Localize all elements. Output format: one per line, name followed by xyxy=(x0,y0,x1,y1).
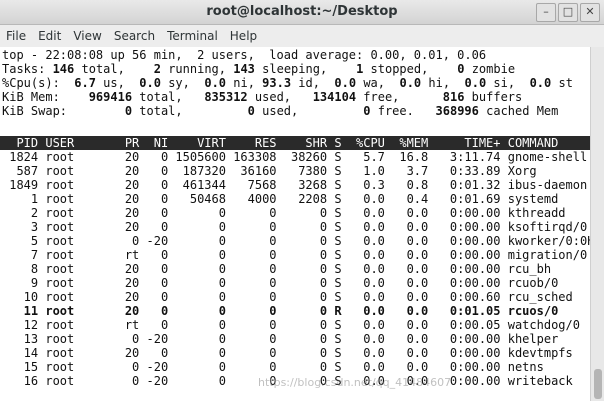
tasks-segment: stopped, xyxy=(363,62,458,76)
terminal-output[interactable]: top - 22:08:08 up 56 min, 2 users, load … xyxy=(0,47,590,401)
tasks-segment: Tasks: xyxy=(2,62,53,76)
process-row: 15 root 0 -20 0 0 0 S 0.0 0.0 0:00.00 ne… xyxy=(2,360,544,374)
mem-segment: 816 xyxy=(442,90,465,104)
cpu-segment: si, xyxy=(486,76,530,90)
process-row: 587 root 20 0 187320 36160 7380 S 1.0 3.… xyxy=(2,164,537,178)
mem-segment: buffers xyxy=(464,90,523,104)
swap-segment: total, xyxy=(132,104,248,118)
mem-segment: total, xyxy=(132,90,205,104)
process-row: 14 root 20 0 0 0 0 S 0.0 0.0 0:00.00 kde… xyxy=(2,346,573,360)
swap-segment: free. xyxy=(370,104,436,118)
cpu-segment: sy, xyxy=(160,76,205,90)
mem-segment: free, xyxy=(356,90,443,104)
process-row: 11 root 20 0 0 0 0 R 0.0 0.0 0:01.05 rcu… xyxy=(2,304,559,318)
cpu-segment: 0.0 xyxy=(334,76,357,90)
cpu-segment: %Cpu(s): xyxy=(2,76,75,90)
menu-view[interactable]: View xyxy=(67,25,107,47)
process-table-header: PID USER PR NI VIRT RES SHR S %CPU %MEM … xyxy=(0,136,590,150)
cpu-segment: ni, xyxy=(226,76,263,90)
menu-file[interactable]: File xyxy=(0,25,32,47)
watermark-text: https://blog.csdn.net/qq_41484607 xyxy=(258,376,452,389)
swap-summary-line: KiB Swap: 0 total, 0 used, 0 free. 36899… xyxy=(2,104,558,118)
cpu-segment: 0.0 xyxy=(399,76,422,90)
swap-segment: cached Mem xyxy=(478,104,559,118)
tasks-segment: 146 xyxy=(52,62,75,76)
mem-segment: 969416 xyxy=(88,90,133,104)
tasks-segment: 143 xyxy=(233,62,255,76)
mem-segment: 835312 xyxy=(204,90,248,104)
tasks-segment: total, xyxy=(74,62,154,76)
cpu-segment: st xyxy=(551,76,573,90)
tasks-segment: running, xyxy=(160,62,234,76)
tasks-segment: sleeping, xyxy=(254,62,357,76)
process-row: 9 root 20 0 0 0 0 S 0.0 0.0 0:00.00 rcuo… xyxy=(2,276,559,290)
menu-bar: File Edit View Search Terminal Help xyxy=(0,25,604,48)
cpu-segment: 0.0 xyxy=(529,76,552,90)
window-title: root@localhost:~/Desktop xyxy=(206,4,398,19)
terminal-window: root@localhost:~/Desktop – □ ✕ File Edit… xyxy=(0,0,604,401)
cpu-segment: 0.0 xyxy=(139,76,161,90)
cpu-segment: hi, xyxy=(421,76,465,90)
mem-summary-line: KiB Mem: 969416 total, 835312 used, 1341… xyxy=(2,90,522,104)
process-row: 7 root rt 0 0 0 0 S 0.0 0.0 0:00.00 migr… xyxy=(2,248,588,262)
top-summary-line: top - 22:08:08 up 56 min, 2 users, load … xyxy=(2,48,487,62)
cpu-segment: us, xyxy=(95,76,140,90)
swap-segment: 368996 xyxy=(435,104,479,118)
swap-segment: 0 xyxy=(124,104,133,118)
maximize-button[interactable]: □ xyxy=(558,3,578,22)
mem-segment: 134104 xyxy=(312,90,357,104)
cpu-segment: id, xyxy=(291,76,335,90)
cpu-segment: 0.0 xyxy=(204,76,227,90)
cpu-segment: 0.0 xyxy=(464,76,487,90)
process-row: 12 root rt 0 0 0 0 S 0.0 0.0 0:00.05 wat… xyxy=(2,318,580,332)
swap-segment: 0 xyxy=(247,104,255,118)
menu-search[interactable]: Search xyxy=(108,25,161,47)
process-row: 1 root 20 0 50468 4000 2208 S 0.0 0.4 0:… xyxy=(2,192,559,206)
cpu-segment: wa, xyxy=(356,76,400,90)
swap-segment: 0 xyxy=(363,104,371,118)
minimize-button[interactable]: – xyxy=(536,3,556,22)
column-header-line: PID USER PR NI VIRT RES SHR S %CPU %MEM … xyxy=(2,136,559,150)
cpu-segment: 6.7 xyxy=(74,76,96,90)
mem-segment: KiB Mem: xyxy=(2,90,89,104)
process-row: 3 root 20 0 0 0 0 S 0.0 0.0 0:00.00 ksof… xyxy=(2,220,588,234)
scrollbar-thumb[interactable] xyxy=(594,369,602,399)
swap-segment: used, xyxy=(254,104,364,118)
process-row: 1849 root 20 0 461344 7568 3268 S 0.3 0.… xyxy=(2,178,588,192)
process-row: 10 root 20 0 0 0 0 S 0.0 0.0 0:00.60 rcu… xyxy=(2,290,573,304)
process-row: 5 root 0 -20 0 0 0 S 0.0 0.0 0:00.00 kwo… xyxy=(2,234,590,248)
process-row: 1824 root 20 0 1505600 163308 38260 S 5.… xyxy=(2,150,588,164)
process-row: 8 root 20 0 0 0 0 S 0.0 0.0 0:00.00 rcu_… xyxy=(2,262,552,276)
menu-help[interactable]: Help xyxy=(224,25,263,47)
tasks-summary-line: Tasks: 146 total, 2 running, 143 sleepin… xyxy=(2,62,515,76)
process-row: 2 root 20 0 0 0 0 S 0.0 0.0 0:00.00 kthr… xyxy=(2,206,566,220)
menu-edit[interactable]: Edit xyxy=(32,25,67,47)
vertical-scrollbar[interactable] xyxy=(590,47,604,401)
tasks-segment: zombie xyxy=(464,62,516,76)
cpu-segment: 93.3 xyxy=(262,76,292,90)
tasks-segment: 2 xyxy=(153,62,161,76)
close-button[interactable]: ✕ xyxy=(580,3,600,22)
cpu-summary-line: %Cpu(s): 6.7 us, 0.0 sy, 0.0 ni, 93.3 id… xyxy=(2,76,573,90)
menu-terminal[interactable]: Terminal xyxy=(161,25,224,47)
swap-segment: KiB Swap: xyxy=(2,104,125,118)
mem-segment: used, xyxy=(247,90,313,104)
process-row: 13 root 0 -20 0 0 0 S 0.0 0.0 0:00.00 kh… xyxy=(2,332,559,346)
title-bar[interactable]: root@localhost:~/Desktop – □ ✕ xyxy=(0,0,604,25)
